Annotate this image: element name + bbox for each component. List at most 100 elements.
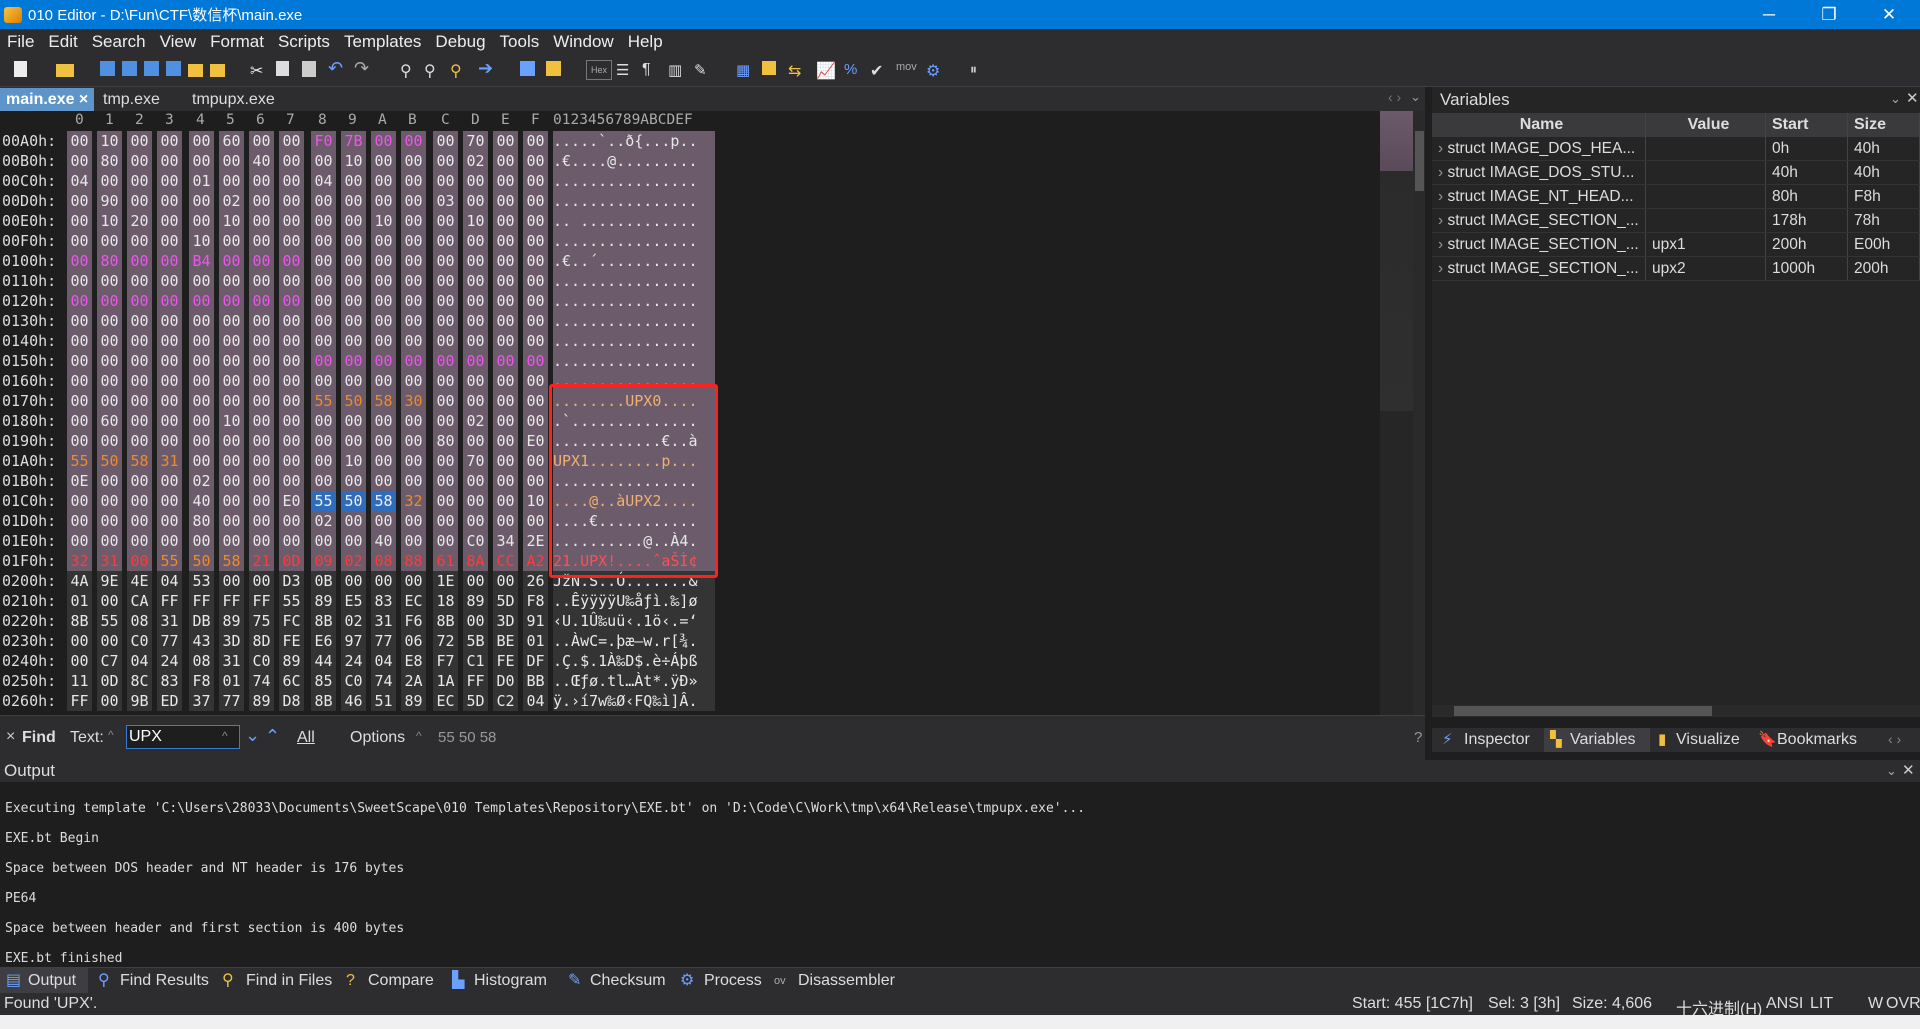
hex-byte[interactable]: 00	[249, 191, 274, 211]
hex-byte[interactable]: 00	[401, 251, 426, 271]
hex-byte[interactable]: 00	[401, 471, 426, 491]
hex-byte[interactable]: 00	[463, 251, 488, 271]
copy-icon[interactable]	[276, 61, 289, 76]
hex-byte[interactable]: 8B	[311, 691, 336, 711]
hex-row[interactable]: 0120h: 00 00 00 00 00 00 00 00 00 00 00 00 00 00 00 00..…	[0, 291, 1380, 311]
hex-byte[interactable]: 58	[127, 451, 152, 471]
hex-byte[interactable]: 00	[157, 351, 182, 371]
hex-byte[interactable]: 18	[433, 591, 458, 611]
hex-byte[interactable]: 00	[219, 531, 244, 551]
hex-byte[interactable]: F8	[189, 671, 214, 691]
script-icon[interactable]	[546, 61, 561, 76]
hex-byte[interactable]: C2	[493, 691, 518, 711]
hex-byte[interactable]: 00	[249, 211, 274, 231]
hex-byte[interactable]: 00	[249, 491, 274, 511]
hex-byte[interactable]: 32	[67, 551, 92, 571]
hex-mode-icon[interactable]: Hex	[586, 60, 612, 80]
hex-byte[interactable]: 00	[127, 271, 152, 291]
hex-byte[interactable]: 00	[219, 251, 244, 271]
menu-window[interactable]: Window	[546, 32, 620, 52]
hex-byte[interactable]: 00	[341, 291, 366, 311]
hex-byte[interactable]: 02	[311, 511, 336, 531]
variable-row[interactable]: › struct IMAGE_SECTION_... upx1 200h E00h	[1432, 233, 1920, 257]
hex-byte[interactable]: 00	[311, 451, 336, 471]
hex-byte[interactable]: 00	[401, 571, 426, 591]
hex-byte[interactable]: 10	[523, 491, 548, 511]
hex-byte[interactable]: 00	[157, 151, 182, 171]
hex-byte[interactable]: 00	[433, 211, 458, 231]
hex-byte[interactable]: 00	[279, 271, 304, 291]
find-previous-icon[interactable]: ⌃	[265, 726, 280, 747]
hex-byte[interactable]: 00	[463, 371, 488, 391]
hex-byte[interactable]: 00	[371, 131, 396, 151]
hex-byte[interactable]: 00	[433, 331, 458, 351]
ascii-row[interactable]: ‹U.1Û‰uü‹.1ö‹.=‘	[553, 611, 715, 631]
hex-byte[interactable]: 00	[493, 231, 518, 251]
hex-byte[interactable]: 00	[157, 391, 182, 411]
close-window-button[interactable]: ✕	[1860, 0, 1918, 29]
tab-list-chevron-icon[interactable]: ⌄	[1410, 89, 1421, 105]
hex-row[interactable]: 00B0h: 00 80 00 00 00 00 40 00 00 10 00 00 00 02 00 00 .€…	[0, 151, 1380, 171]
paste-icon[interactable]	[302, 61, 316, 77]
hex-byte[interactable]: 00	[493, 391, 518, 411]
hex-byte[interactable]: 00	[67, 311, 92, 331]
hex-byte[interactable]: 04	[127, 651, 152, 671]
options-chevron-icon[interactable]: ^	[416, 729, 422, 743]
hex-byte[interactable]: ED	[157, 691, 182, 711]
compare-icon[interactable]: ⇆	[788, 61, 806, 80]
hex-byte[interactable]: 00	[463, 231, 488, 251]
hex-byte[interactable]: 00	[127, 251, 152, 271]
ascii-row[interactable]: ................	[553, 351, 715, 371]
hex-byte[interactable]: 00	[433, 271, 458, 291]
status-overwrite[interactable]: OVR	[1886, 995, 1920, 1013]
hex-byte[interactable]: 90	[97, 191, 122, 211]
hex-byte[interactable]: 10	[189, 231, 214, 251]
hex-byte[interactable]: 00	[189, 131, 214, 151]
replace-icon[interactable]: ⚲	[424, 61, 442, 80]
hex-byte[interactable]: 8A	[463, 551, 488, 571]
hex-byte[interactable]: 03	[433, 191, 458, 211]
hex-byte[interactable]: 00	[279, 291, 304, 311]
hex-byte[interactable]: 00	[493, 331, 518, 351]
hex-byte[interactable]: 00	[493, 411, 518, 431]
hex-byte[interactable]: 00	[311, 331, 336, 351]
tab-bookmarks[interactable]: Bookmarks	[1777, 731, 1857, 749]
hex-byte[interactable]: 00	[157, 411, 182, 431]
hex-byte[interactable]: A2	[523, 551, 548, 571]
hex-byte[interactable]: 00	[67, 491, 92, 511]
hex-byte[interactable]: 00	[371, 291, 396, 311]
hex-byte[interactable]: 85	[311, 671, 336, 691]
ascii-row[interactable]: ................	[553, 291, 715, 311]
hex-byte[interactable]: 6C	[279, 671, 304, 691]
find-options-button[interactable]: Options	[350, 729, 405, 747]
tab-find-results[interactable]: Find Results	[120, 968, 209, 994]
hex-byte[interactable]: DF	[523, 651, 548, 671]
ascii-row[interactable]: .€....@.........	[553, 151, 715, 171]
hex-byte[interactable]: 00	[523, 171, 548, 191]
hex-byte[interactable]: 00	[523, 351, 548, 371]
ascii-row[interactable]: .....`..ð{...p..	[553, 131, 715, 151]
hex-byte[interactable]: 00	[401, 131, 426, 151]
hex-byte[interactable]: 89	[311, 591, 336, 611]
columns-icon[interactable]: ▥	[668, 61, 686, 79]
hex-byte[interactable]: 00	[341, 371, 366, 391]
hex-byte[interactable]: 00	[463, 611, 488, 631]
hex-byte[interactable]: 00	[189, 271, 214, 291]
hex-byte[interactable]: 00	[67, 151, 92, 171]
hex-byte[interactable]: 04	[157, 571, 182, 591]
hex-byte[interactable]: 00	[97, 431, 122, 451]
hex-byte[interactable]: CA	[127, 591, 152, 611]
hex-byte[interactable]: 0D	[279, 551, 304, 571]
menu-search[interactable]: Search	[85, 32, 153, 52]
hex-byte[interactable]: 0B	[311, 571, 336, 591]
hex-byte[interactable]: C0	[341, 671, 366, 691]
hex-byte[interactable]: 00	[341, 171, 366, 191]
hex-byte[interactable]: 20	[127, 211, 152, 231]
panel-close-icon[interactable]: ✕	[1906, 89, 1919, 107]
hex-byte[interactable]: 31	[97, 551, 122, 571]
hex-byte[interactable]: E0	[279, 491, 304, 511]
hex-byte[interactable]: 00	[67, 251, 92, 271]
hex-byte[interactable]: 00	[433, 531, 458, 551]
hex-byte[interactable]: 00	[249, 411, 274, 431]
hex-byte[interactable]: 00	[189, 331, 214, 351]
